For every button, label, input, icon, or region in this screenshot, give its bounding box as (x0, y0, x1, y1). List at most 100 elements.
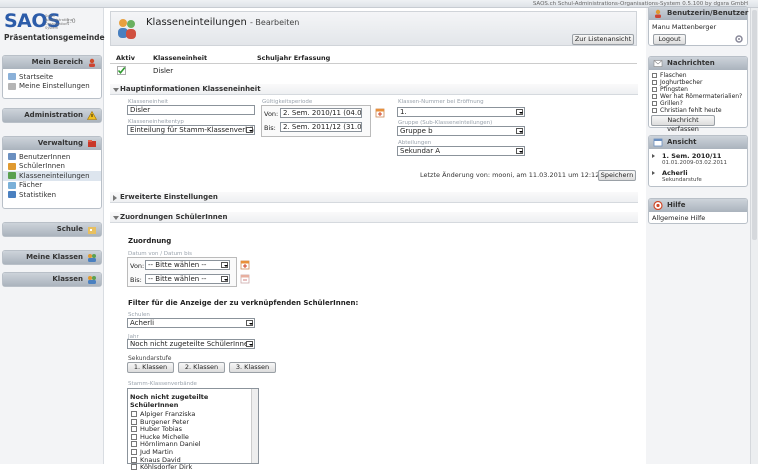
section-zuordnungen[interactable]: Zuordnungen SchülerInnen (110, 212, 638, 223)
schulen-select[interactable]: Acherli (127, 318, 255, 328)
panel-header: Hilfe (649, 199, 747, 212)
logout-button[interactable]: Logout (653, 34, 686, 45)
panel-header[interactable]: Klassen (3, 273, 101, 286)
jahr-select[interactable]: Noch nicht zugeteilte SchülerInnen (127, 339, 255, 349)
panel-title: Schule (56, 225, 83, 233)
select-value: Noch nicht zugeteilte SchülerInnen (130, 340, 253, 348)
settings-icon[interactable] (734, 34, 744, 44)
section-hauptinformationen[interactable]: Hauptinformationen Klasseneinheit (110, 84, 638, 95)
calendar-add-icon[interactable] (375, 107, 385, 118)
typ-select[interactable]: Einteilung für Stamm-Klassenverbände (127, 125, 255, 135)
save-button[interactable]: Speichern (598, 170, 636, 181)
scrollbar-thumb[interactable] (752, 10, 757, 240)
klassennr-select[interactable]: 1. (397, 107, 525, 117)
panel-title: Klassen (52, 275, 83, 283)
message-subject: Joghurtbecher (660, 79, 703, 86)
panel-header[interactable]: Mein Bereich (3, 56, 101, 69)
select-value: -- Bitte wählen -- (148, 275, 207, 283)
section-erweiterte-einstellungen[interactable]: Erweiterte Einstellungen (110, 192, 638, 203)
chevron-down-icon (246, 341, 253, 347)
sekundarstufe-label: Sekundarstufe (128, 355, 172, 362)
bis-select[interactable]: 2. Sem. 2011/12 (31.07 (280, 122, 362, 132)
checkbox[interactable] (131, 426, 137, 433)
message-item[interactable]: Joghurtbecher (652, 79, 747, 86)
nav-label: Fächer (19, 181, 43, 190)
mail-icon (653, 60, 663, 67)
back-to-list-button[interactable]: Zur Listenansicht (572, 34, 634, 45)
zuord-von-select[interactable]: -- Bitte wählen -- (145, 260, 230, 270)
message-icon (652, 80, 657, 85)
calendar-remove-icon[interactable] (240, 273, 250, 284)
message-item[interactable]: Wer hat Römermaterialien? (652, 93, 747, 100)
zuord-bis-select[interactable]: -- Bitte wählen -- (145, 274, 230, 284)
checkbox[interactable] (131, 411, 137, 417)
message-item[interactable]: Grillen? (652, 100, 747, 107)
school-icon (88, 227, 96, 234)
ansicht-class[interactable]: Acherli (662, 169, 688, 177)
last-change-text: Letzte Änderung von: mooni, am 11.03.201… (420, 171, 600, 179)
gruppe-select[interactable]: Gruppe b (397, 126, 525, 136)
col-klasseneinheit: Klasseneinheit (153, 54, 208, 62)
nav-faecher[interactable]: Fächer (3, 181, 101, 191)
checkbox[interactable] (131, 441, 137, 448)
checkbox[interactable] (131, 464, 137, 471)
help-link[interactable]: Allgemeine Hilfe (649, 212, 747, 222)
listbox-scrollbar[interactable] (251, 389, 258, 463)
stufe-3-button[interactable]: 3. Klassen (229, 362, 276, 373)
panel-meine-klassen: Meine Klassen (2, 250, 102, 265)
message-icon (652, 108, 657, 113)
zuord-bis-label: Bis: (130, 276, 142, 284)
compose-message-button[interactable]: Nachricht verfassen (651, 115, 715, 133)
student-list-item[interactable]: Köhlsdorfer Dirk (131, 463, 258, 472)
checkbox[interactable] (131, 448, 137, 455)
ansicht-semester[interactable]: 1. Sem. 2010/11 (662, 152, 721, 160)
klasseneinheit-input[interactable]: Disler (127, 105, 255, 115)
panel-header[interactable]: Administration (3, 109, 101, 122)
nav-meine-einstellungen[interactable]: Meine Einstellungen (3, 82, 101, 92)
nav-label: BenutzerInnen (19, 152, 71, 161)
col-schuljahr: Schuljahr Erfassung (257, 54, 331, 62)
panel-header[interactable]: Verwaltung (3, 137, 101, 150)
student-list: Alpiger Franziska Burgener Peter Huber Tob… (128, 409, 258, 472)
checkbox[interactable] (131, 456, 137, 463)
nav-label: SchülerInnen (19, 162, 65, 171)
calendar-add-icon[interactable] (240, 259, 250, 270)
nav-klasseneinteilungen[interactable]: Klasseneinteilungen (3, 171, 101, 181)
checkbox[interactable] (131, 433, 137, 440)
message-item[interactable]: Pfingsten (652, 86, 747, 93)
panel-header[interactable]: Schule (3, 223, 101, 236)
message-subject: Flaschen (660, 72, 687, 79)
org-name: Präsentationsgemeinde (4, 33, 105, 42)
check-icon[interactable] (117, 66, 126, 75)
page-scrollbar[interactable] (750, 8, 758, 464)
person-icon (655, 9, 661, 18)
ansicht-class-sub: Sekundarstufe (662, 177, 702, 183)
person-icon (89, 58, 95, 67)
row-klasseneinheit[interactable]: Disler (153, 67, 173, 75)
message-item[interactable]: Flaschen (652, 72, 747, 79)
message-icon (652, 87, 657, 92)
message-item[interactable]: Christian fehlt heute (652, 107, 747, 114)
nav-benutzerinnen[interactable]: BenutzerInnen (3, 152, 101, 162)
von-select[interactable]: 2. Sem. 2010/11 (04.02 (280, 108, 362, 118)
abteilungen-select[interactable]: Sekundar A (397, 146, 525, 156)
nav-label: Statistiken (19, 190, 57, 199)
chevron-down-icon (246, 320, 253, 326)
panel-mein-bereich: Mein Bereich Startseite Meine Einstellun… (2, 55, 102, 99)
panel-title: Administration (24, 111, 83, 119)
panel-header[interactable]: Meine Klassen (3, 251, 101, 264)
checkbox[interactable] (131, 418, 137, 425)
student-listbox[interactable]: Noch nicht zugeteilte SchülerInnen Alpig… (127, 388, 259, 471)
stufe-2-button[interactable]: 2. Klassen (178, 362, 225, 373)
select-value: Sekundar A (400, 147, 441, 155)
panel-schule: Schule (2, 222, 102, 237)
stufe-1-button[interactable]: 1. Klassen (127, 362, 174, 373)
nav-statistiken[interactable]: Statistiken (3, 190, 101, 200)
nav-schuelerinnen[interactable]: SchülerInnen (3, 162, 101, 172)
panel-title: Benutzerin/Benutzer (667, 9, 749, 17)
nav-startseite[interactable]: Startseite (3, 72, 101, 82)
divider (110, 63, 637, 64)
message-subject: Christian fehlt heute (660, 107, 722, 114)
expand-icon (113, 195, 117, 201)
section-title: Erweiterte Einstellungen (120, 193, 218, 201)
